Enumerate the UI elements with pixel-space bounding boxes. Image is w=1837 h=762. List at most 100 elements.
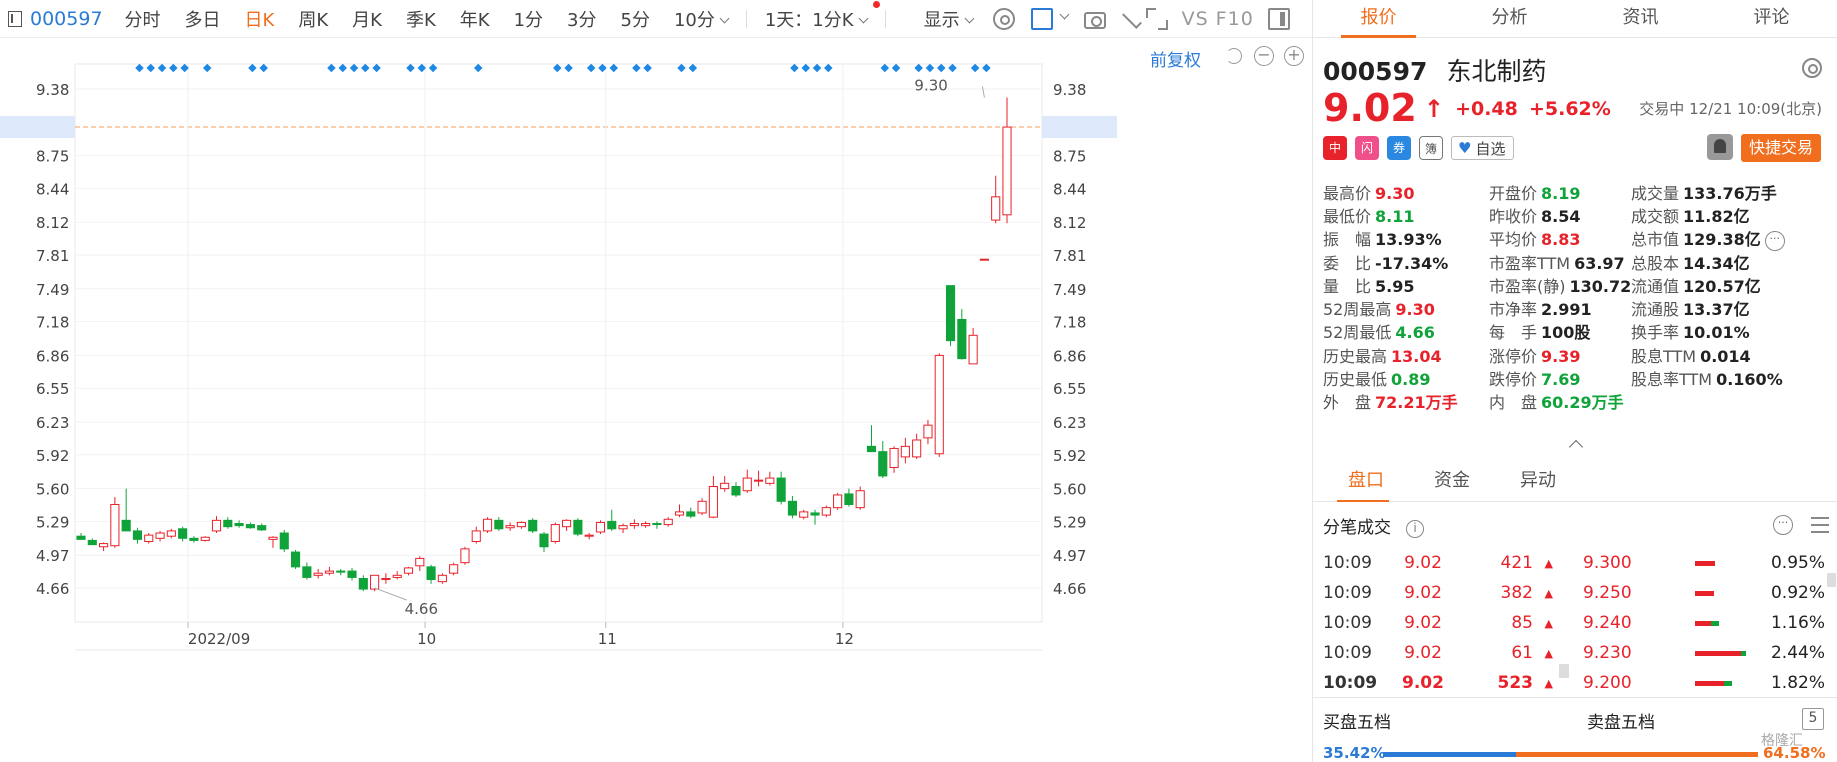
- event-marker: [914, 63, 923, 73]
- period-tab[interactable]: 年K: [448, 6, 502, 32]
- stat-cell: 平均价 8.83: [1489, 226, 1631, 250]
- level-count-button[interactable]: 5: [1802, 708, 1824, 730]
- candle-body: [392, 574, 402, 578]
- zoom-in-icon[interactable]: +: [1284, 46, 1304, 66]
- pen-icon[interactable]: [1121, 8, 1142, 29]
- more-icon[interactable]: ···: [1764, 230, 1785, 251]
- period-tab[interactable]: 3分: [555, 6, 608, 32]
- panel-tab[interactable]: 分析: [1444, 0, 1575, 37]
- chart-style-icon[interactable]: [1030, 7, 1053, 30]
- gear-icon[interactable]: [992, 7, 1015, 30]
- candle-body: [99, 543, 109, 548]
- chart-toolbar: 000597 分时 多日 日K 周K 月K 季K 年K 1分 3分 5分 10分 1天：1分K 显示…: [0, 0, 1312, 38]
- arrow-up-icon: ↑: [1423, 95, 1444, 123]
- panel-tab[interactable]: 资讯: [1575, 0, 1706, 37]
- candle-body: [720, 482, 730, 490]
- last-price-highlight-right: [1042, 116, 1117, 139]
- book-volume-bar: [1695, 560, 1747, 566]
- stat-cell: 内 盘 60.29万手: [1489, 389, 1631, 413]
- candle-body: [471, 530, 481, 542]
- stat-label: 流通值: [1631, 276, 1680, 296]
- stat-cell: 流通值 120.57亿: [1631, 273, 1809, 297]
- sub-tab[interactable]: 资金: [1409, 462, 1495, 501]
- info-icon[interactable]: i: [1406, 519, 1425, 538]
- stock-header: 000597 东北制药: [1323, 52, 1828, 88]
- book-scrollbar[interactable]: [1827, 573, 1836, 587]
- chevron-up-icon[interactable]: [1568, 439, 1584, 455]
- period-tab[interactable]: 周K: [286, 6, 340, 32]
- candle-body: [957, 318, 967, 360]
- period-tab[interactable]: 日K: [233, 6, 287, 32]
- stat-cell: 52周最高 9.30: [1323, 296, 1489, 320]
- candle-body: [505, 525, 515, 529]
- candle-body: [641, 523, 651, 527]
- more-icon[interactable]: ···: [1773, 515, 1793, 535]
- book-volume-bar: [1695, 650, 1747, 656]
- book-price: 9.300: [1583, 553, 1632, 573]
- stats-row: 52周最高 9.30 市净率 2.991 流通股 13.37亿: [1323, 296, 1833, 319]
- tag-icon[interactable]: 券: [1387, 136, 1411, 160]
- y-tick-label-left: 8.12: [36, 214, 69, 232]
- period-tab[interactable]: 月K: [340, 6, 394, 32]
- stat-label: 流通股: [1631, 300, 1680, 320]
- period-tab[interactable]: 10分: [662, 6, 740, 32]
- flash-icon[interactable]: 闪: [1355, 136, 1379, 160]
- panel-tab[interactable]: 报价: [1313, 0, 1444, 38]
- fuquan-toggle[interactable]: 前复权: [1150, 46, 1201, 71]
- settings-icon[interactable]: [1802, 58, 1822, 78]
- panel-toggle-icon[interactable]: [1267, 7, 1290, 30]
- list-icon[interactable]: [1811, 517, 1829, 533]
- candle-body: [144, 534, 154, 542]
- sidebar-toggle-icon[interactable]: [8, 10, 22, 27]
- camera-icon[interactable]: [1083, 12, 1106, 29]
- candle-body: [279, 532, 289, 550]
- stat-cell: 昨收价 8.54: [1489, 203, 1631, 227]
- stock-code-link[interactable]: 000597: [30, 8, 103, 30]
- tick-scrollbar[interactable]: [1559, 664, 1569, 678]
- reset-icon[interactable]: [1224, 46, 1244, 66]
- stats-row: 最低价 8.11 昨收价 8.54 成交额 11.82亿: [1323, 203, 1833, 226]
- book-price: 9.200: [1583, 673, 1632, 693]
- buy-five-label: 买盘五档: [1323, 713, 1391, 733]
- period-tab[interactable]: 1分: [502, 6, 555, 32]
- stats-row: 最高价 9.30 开盘价 8.19 成交量 133.76万手: [1323, 180, 1833, 203]
- stat-cell: 成交额 11.82亿: [1631, 203, 1809, 227]
- bookmark-icon[interactable]: 簿: [1419, 136, 1443, 160]
- stat-cell: 外 盘 72.21万手: [1323, 389, 1489, 413]
- quote-panel: 报价 分析 资讯 评论 000597 东北制药 9.02 ↑ +0.48 +5.62%…: [1312, 0, 1837, 762]
- zoom-out-icon[interactable]: −: [1254, 46, 1274, 66]
- y-tick-label-left: 9.38: [36, 81, 69, 99]
- quick-trade-button[interactable]: 快捷交易: [1741, 134, 1822, 162]
- fullscreen-icon[interactable]: [1145, 7, 1168, 30]
- sub-tab[interactable]: 异动: [1495, 462, 1581, 501]
- candle-body: [753, 479, 764, 482]
- period-tab[interactable]: 分时: [113, 6, 173, 32]
- period-tab[interactable]: 多日: [173, 6, 233, 32]
- vs-f10-button[interactable]: VS F10: [1182, 8, 1254, 30]
- stat-value: 9.30: [1395, 300, 1435, 320]
- multi-period-select[interactable]: 1天：1分K: [753, 6, 879, 32]
- event-marker: [970, 63, 980, 73]
- bell-icon[interactable]: [1707, 134, 1733, 160]
- stat-cell: 总市值 129.38亿 ···: [1631, 226, 1809, 251]
- period-tab[interactable]: 5分: [609, 6, 662, 32]
- stats-row: 历史最高 13.04 涨停价 9.39 股息TTM 0.014: [1323, 343, 1833, 366]
- ticks-title: 分笔成交: [1323, 518, 1391, 538]
- candle-body: [87, 539, 97, 546]
- annotation-leader: [374, 587, 407, 601]
- add-watchlist-button[interactable]: ♥ 自选: [1451, 136, 1515, 160]
- event-marker: [925, 63, 935, 73]
- panel-tab[interactable]: 评论: [1706, 0, 1837, 37]
- stat-label: 股息TTM: [1631, 346, 1697, 366]
- event-marker: [982, 63, 991, 73]
- kline-chart[interactable]: 4.66 4.66 4.97 4.97 5.29 5.29 5.60 5.60 5.92 5.92…: [0, 38, 1312, 762]
- stat-cell: 市净率 2.991: [1489, 296, 1631, 320]
- kline-chart-area[interactable]: 4.66 4.66 4.97 4.97 5.29 5.29 5.60 5.60 5.92 5.92…: [0, 38, 1312, 762]
- chevron-down-icon[interactable]: [1059, 9, 1070, 20]
- stat-value: 0.89: [1391, 370, 1431, 390]
- period-tab[interactable]: 季K: [394, 6, 448, 32]
- sub-tab[interactable]: 盘口: [1323, 462, 1409, 502]
- display-select[interactable]: 显示: [912, 6, 985, 32]
- last-price-highlight-left: [0, 116, 75, 139]
- china-flag-icon[interactable]: 中: [1323, 136, 1347, 160]
